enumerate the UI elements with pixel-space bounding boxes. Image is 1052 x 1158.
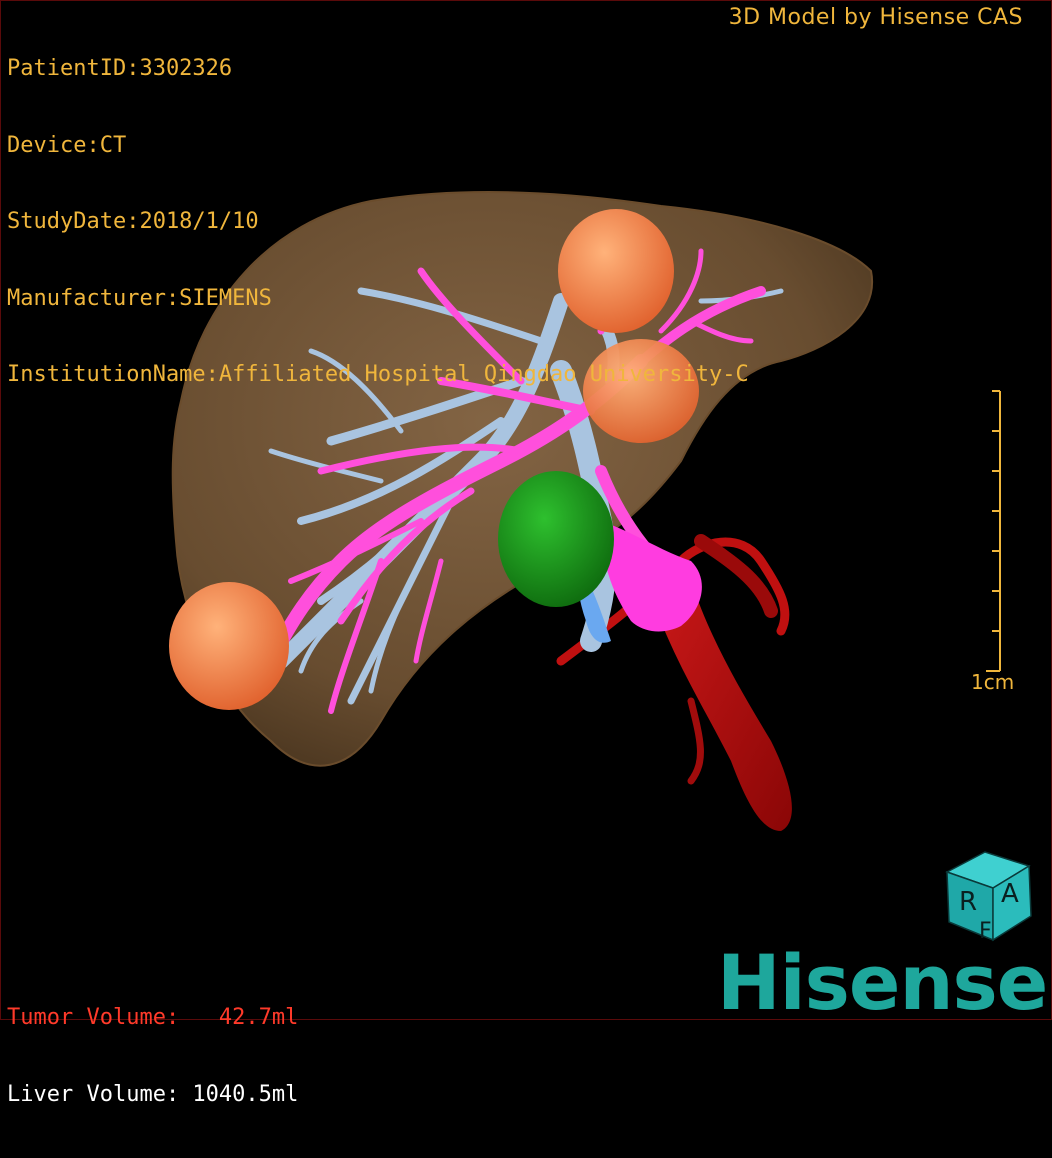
study-date: StudyDate:2018/1/10 bbox=[7, 209, 259, 234]
artery-branch bbox=[687, 697, 704, 785]
orientation-cube-icon[interactable]: R A F bbox=[937, 844, 1037, 944]
tumor-green bbox=[498, 471, 614, 607]
hisense-logo: Hisense bbox=[717, 938, 1048, 1027]
device: Device:CT bbox=[7, 132, 127, 158]
cube-label-a: A bbox=[1001, 879, 1019, 909]
model-credit: 3D Model by Hisense CAS bbox=[728, 5, 1023, 30]
scale-bar bbox=[986, 390, 1001, 672]
manufacturer: Manufacturer:SIEMENS bbox=[7, 285, 272, 311]
tumor-left bbox=[169, 582, 289, 710]
scale-label: 1cm bbox=[971, 670, 1015, 694]
tumor-volume: Tumor Volume: 42.7ml bbox=[7, 1005, 299, 1030]
cube-label-r: R bbox=[959, 887, 977, 917]
splenic-artery bbox=[694, 534, 778, 618]
dicom-info-overlay: PatientID:3302326 Device:CT StudyDate:20… bbox=[7, 5, 749, 439]
3d-viewport[interactable]: PatientID:3302326 Device:CT StudyDate:20… bbox=[0, 0, 1052, 1107]
patient-id: PatientID:3302326 bbox=[7, 56, 233, 81]
liver-volume: Liver Volume: 1040.5ml bbox=[7, 1081, 299, 1107]
volume-readout: Tumor Volume: 42.7ml Liver Volume: 1040.… bbox=[7, 954, 298, 1158]
institution-name: InstitutionName:Affiliated Hospital Qing… bbox=[7, 362, 749, 387]
